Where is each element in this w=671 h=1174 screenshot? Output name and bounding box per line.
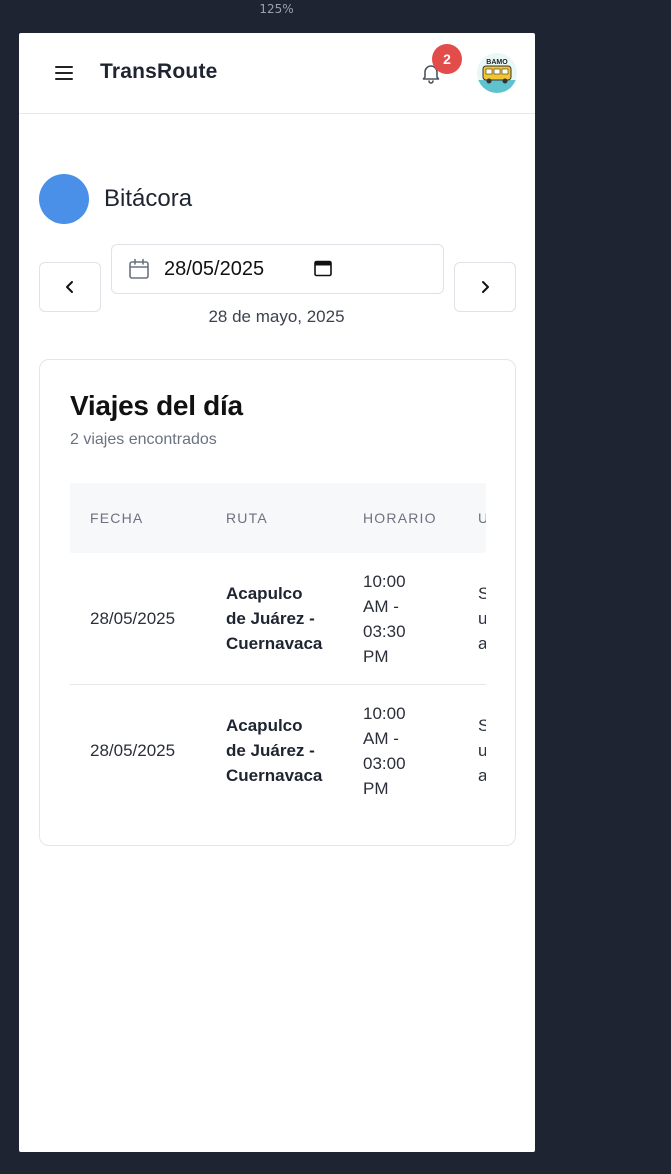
card-title: Viajes del día <box>70 390 243 421</box>
date-input[interactable]: 28/05/2025 <box>111 244 444 294</box>
avatar-logo-text: BAMO <box>486 59 508 66</box>
column-header-fecha[interactable]: FECHA <box>90 510 143 526</box>
calendar-picker-icon[interactable] <box>314 259 332 277</box>
page-heading: Bitácora <box>39 174 192 224</box>
trips-card: Viajes del día 2 viajes encontrados FECH… <box>39 359 516 846</box>
hamburger-menu-icon[interactable] <box>55 66 73 80</box>
cell-truncated: S u a <box>478 581 486 656</box>
cell-fecha: 28/05/2025 <box>90 609 176 628</box>
page-icon <box>39 174 89 224</box>
previous-day-button[interactable] <box>39 262 101 312</box>
chevron-right-icon <box>482 281 489 293</box>
cell-ruta: Acapulco de Juárez - Cuernavaca <box>226 716 323 785</box>
trips-count: 2 viajes encontrados <box>70 431 217 448</box>
cell-horario: 10:00 AM - 03:00 PM <box>363 704 406 798</box>
page-title: Bitácora <box>104 185 193 212</box>
column-header-ruta[interactable]: RUTA <box>226 510 268 526</box>
chevron-left-icon <box>66 281 73 293</box>
table-row[interactable]: 28/05/2025 Acapulco de Juárez - Cuernava… <box>70 553 486 685</box>
cell-fecha: 28/05/2025 <box>90 741 176 760</box>
zoom-level: 125% <box>259 2 294 16</box>
avatar[interactable]: BAMO <box>477 53 517 93</box>
date-long-label: 28 de mayo, 2025 <box>208 307 345 326</box>
calendar-icon <box>129 258 149 279</box>
cell-truncated: S u a <box>478 713 486 788</box>
table-row[interactable]: 28/05/2025 Acapulco de Juárez - Cuernava… <box>70 685 486 816</box>
column-header-truncated[interactable]: U <box>478 510 486 526</box>
app-window: TransRoute 2 BAMO Bitácora 28/05/2025 28… <box>19 33 535 1152</box>
notification-badge[interactable]: 2 <box>432 44 462 74</box>
trips-table[interactable]: FECHA RUTA HORARIO U 28/05/2025 Acapulco… <box>70 483 486 823</box>
app-header: TransRoute 2 BAMO <box>19 33 535 114</box>
column-header-horario[interactable]: HORARIO <box>363 510 437 526</box>
app-title: TransRoute <box>100 60 218 83</box>
table-header: FECHA RUTA HORARIO U <box>70 483 486 553</box>
date-value: 28/05/2025 <box>164 258 265 280</box>
next-day-button[interactable] <box>454 262 516 312</box>
cell-ruta: Acapulco de Juárez - Cuernavaca <box>226 584 323 653</box>
cell-horario: 10:00 AM - 03:30 PM <box>363 572 406 666</box>
